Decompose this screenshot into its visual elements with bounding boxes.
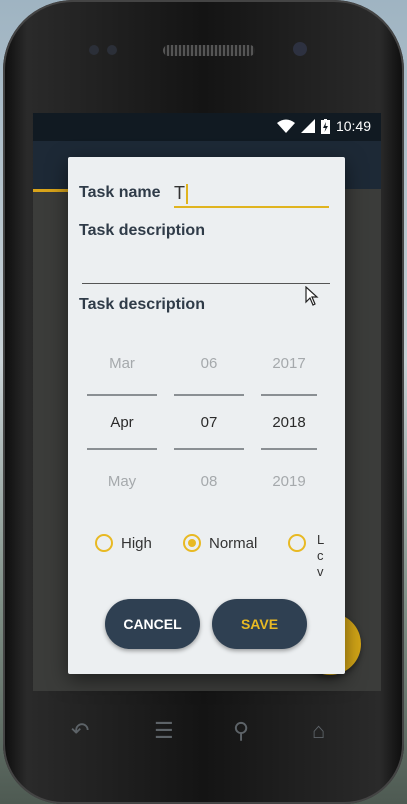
picker-divider — [87, 394, 157, 396]
battery-charging-icon — [320, 118, 330, 134]
picker-divider — [261, 448, 317, 450]
task-name-input[interactable]: T — [174, 180, 329, 208]
text-cursor — [186, 184, 188, 205]
task-name-value: T — [174, 183, 185, 203]
day-prev[interactable]: 06 — [174, 355, 244, 372]
low-label-line: L — [317, 532, 325, 547]
priority-low-option[interactable] — [288, 534, 306, 552]
radio-high[interactable] — [95, 534, 113, 552]
cancel-button[interactable]: CANCEL — [105, 599, 200, 649]
status-bar: 10:49 — [33, 113, 381, 141]
picker-divider — [174, 394, 244, 396]
front-camera — [293, 42, 307, 56]
year-prev[interactable]: 2017 — [254, 355, 324, 372]
radio-low[interactable] — [288, 534, 306, 552]
low-label-line: c — [317, 548, 324, 563]
wifi-icon — [276, 119, 295, 133]
low-label-line: v — [317, 564, 324, 579]
month-next[interactable]: May — [87, 473, 157, 490]
signal-icon — [300, 119, 315, 133]
year-next[interactable]: 2019 — [254, 473, 324, 490]
picker-divider — [87, 448, 157, 450]
picker-divider — [261, 394, 317, 396]
task-description-input[interactable] — [82, 251, 330, 284]
priority-normal-option[interactable]: Normal — [183, 534, 257, 552]
add-task-dialog: Task name T Task description Task descri… — [68, 157, 345, 674]
save-button[interactable]: SAVE — [212, 599, 307, 649]
back-icon[interactable]: ↶ — [71, 718, 89, 744]
priority-normal-label: Normal — [209, 534, 258, 552]
mouse-cursor-icon — [305, 286, 319, 306]
radio-normal[interactable] — [183, 534, 201, 552]
due-date-label: Task description — [79, 296, 205, 313]
day-next[interactable]: 08 — [174, 473, 244, 490]
status-time: 10:49 — [335, 118, 371, 134]
picker-divider — [174, 448, 244, 450]
year-current[interactable]: 2018 — [254, 414, 324, 431]
month-current[interactable]: Apr — [87, 414, 157, 431]
priority-high-label: High — [121, 534, 152, 552]
sensor — [107, 45, 117, 55]
hardware-nav-bar: ↶ ☰ ⚲ ⌂ — [33, 700, 381, 760]
speaker-grille — [163, 45, 255, 56]
priority-low-label: L c v — [317, 532, 324, 580]
day-current[interactable]: 07 — [174, 414, 244, 431]
search-icon[interactable]: ⚲ — [233, 718, 249, 744]
task-name-label: Task name — [79, 184, 161, 201]
home-icon[interactable]: ⌂ — [312, 718, 325, 744]
priority-high-option[interactable]: High — [95, 534, 152, 552]
task-description-label: Task description — [79, 222, 205, 239]
menu-icon[interactable]: ☰ — [154, 718, 174, 744]
month-prev[interactable]: Mar — [87, 355, 157, 372]
sensor — [89, 45, 99, 55]
